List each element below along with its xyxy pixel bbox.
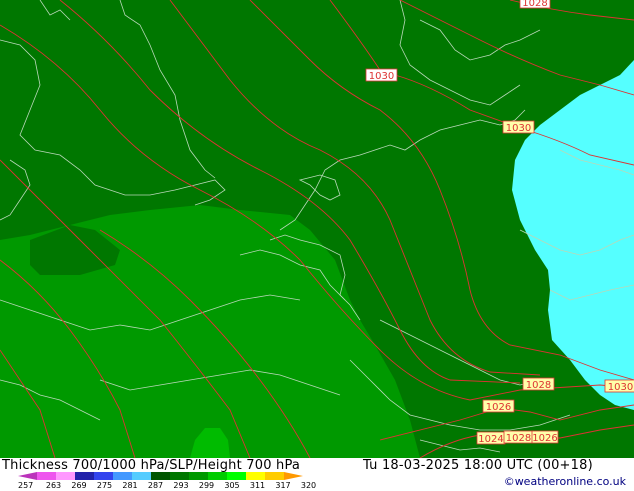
legend-tick-label: 263 [45, 481, 62, 490]
legend-swatch [208, 472, 227, 480]
color-legend [18, 472, 303, 480]
legend-swatch [189, 472, 208, 480]
legend-tick-label: 275 [96, 481, 113, 490]
legend-tick-label: 269 [71, 481, 87, 490]
isobar-label-denmark: 1030 [502, 120, 535, 134]
legend-tick-label: 311 [249, 481, 266, 490]
svg-text:1026: 1026 [532, 433, 557, 444]
legend-tick-label: 287 [147, 481, 164, 490]
legend-tick-label: 299 [198, 481, 215, 490]
svg-text:1028: 1028 [522, 0, 547, 9]
weather-map: 1028 1030 1030 1028 1026 1030 1024 1028 [0, 0, 634, 458]
legend-swatch [75, 472, 94, 480]
svg-text:1028: 1028 [506, 433, 531, 444]
legend-swatch [170, 472, 189, 480]
svg-text:1030: 1030 [369, 71, 394, 82]
legend-tick-label: 305 [224, 481, 240, 490]
svg-text:1030: 1030 [506, 123, 531, 134]
isobar-label-south-east: 1028 [522, 377, 555, 391]
legend-swatch [56, 472, 75, 480]
isobar-label-south-b: 1028 [503, 430, 534, 444]
valid-time: Tu 18-03-2025 18:00 UTC (00+18) [363, 458, 593, 473]
legend-swatch [94, 472, 113, 480]
legend-swatch [113, 472, 132, 480]
legend-tick-label: 281 [122, 481, 138, 490]
legend-tick-label: 257 [18, 481, 34, 490]
svg-text:1024: 1024 [478, 434, 503, 445]
map-footer: Thickness 700/1000 hPa/SLP/Height 700 hP… [0, 458, 634, 490]
isobar-label-south-a: 1024 [476, 431, 506, 445]
legend-tick-label: 320 [300, 481, 317, 490]
isobar-label-east-edge: 1030 [604, 379, 634, 393]
isobar-label-top-right: 1028 [519, 0, 551, 9]
svg-text:1028: 1028 [526, 380, 551, 391]
legend-swatch [227, 472, 246, 480]
isobar-label-north-sea: 1030 [365, 68, 398, 82]
svg-text:1030: 1030 [608, 382, 633, 393]
credit-link[interactable]: ©weatheronline.co.uk [504, 475, 626, 488]
legend-tick-label: 293 [173, 481, 189, 490]
isobar-label-south-c: 1026 [531, 430, 559, 444]
legend-tick-label: 317 [275, 481, 291, 490]
legend-swatch [18, 472, 37, 480]
map-title: Thickness 700/1000 hPa/SLP/Height 700 hP… [2, 458, 301, 473]
svg-text:1026: 1026 [486, 402, 511, 413]
isobar-label-alps: 1026 [482, 399, 515, 413]
legend-swatch [132, 472, 151, 480]
legend-swatch [246, 472, 265, 480]
legend-swatch [284, 472, 303, 480]
legend-swatch [265, 472, 284, 480]
legend-swatch [151, 472, 170, 480]
legend-swatch [37, 472, 56, 480]
